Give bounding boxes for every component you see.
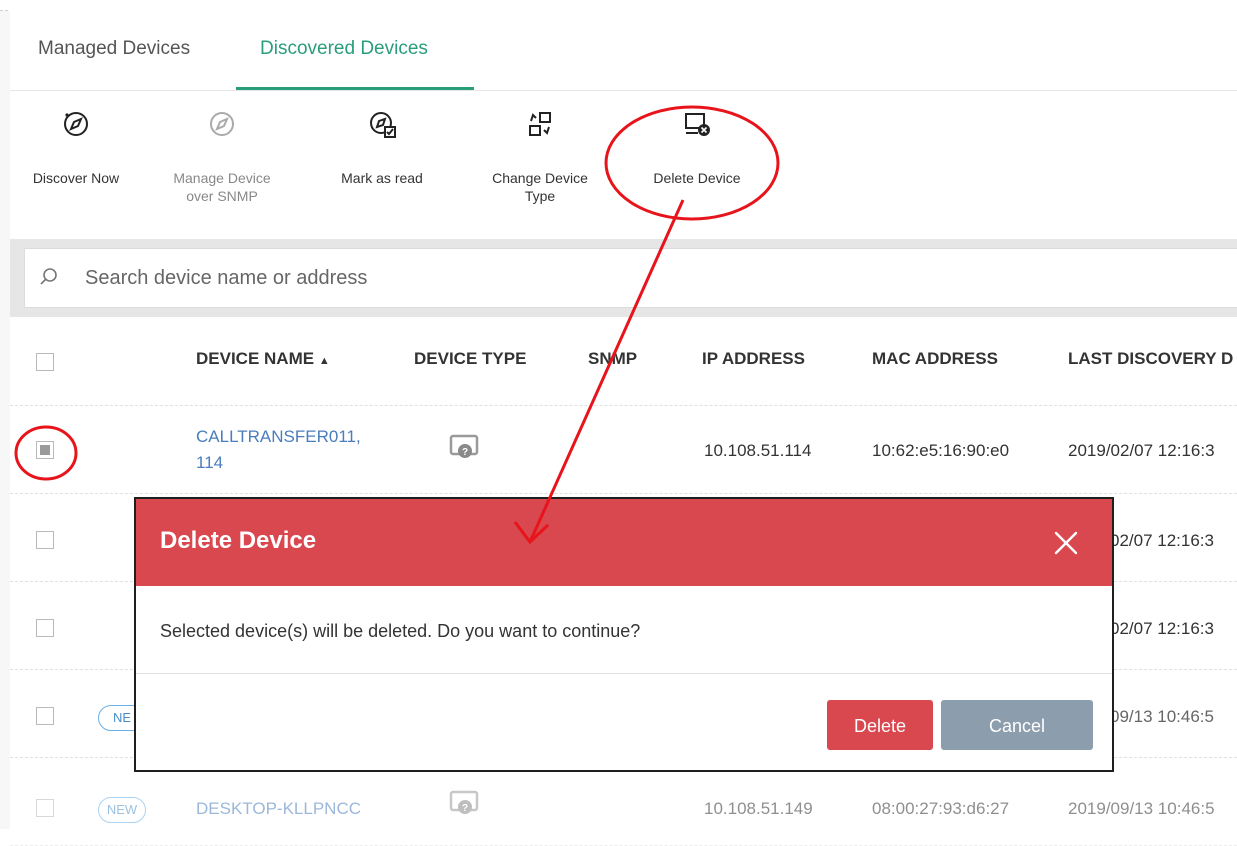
mark-as-read-button[interactable]: Mark as read [310,109,454,187]
svg-text:?: ? [462,803,468,814]
row-checkbox[interactable] [36,441,54,459]
col-last-discovery[interactable]: LAST DISCOVERY D [1068,349,1233,369]
last-discovery: 02/07 12:16:3 [1110,619,1214,638]
col-device-type[interactable]: DEVICE TYPE [414,349,526,369]
col-mac-address[interactable]: MAC ADDRESS [872,349,998,369]
device-name-link-cont[interactable]: 114 [196,453,223,473]
select-all-checkbox[interactable] [36,353,54,371]
manage-snmp-label-1: Manage Device [173,170,271,186]
swap-devices-icon [529,112,551,136]
change-device-type-label-1: Change Device [492,170,588,186]
discover-now-label: Discover Now [32,170,120,186]
svg-text:?: ? [462,447,468,458]
tab-discovered-devices[interactable]: Discovered Devices [236,10,474,90]
compass-refresh-icon [64,112,88,136]
tab-bar: Managed Devices Discovered Devices [10,10,1237,91]
manage-snmp-label-2: over SNMP [186,188,258,204]
ip-address: 10.108.51.149 [704,799,813,818]
col-device-name[interactable]: DEVICE NAME ▲ [196,349,330,369]
row-checkbox[interactable] [36,799,54,817]
row-checkbox[interactable] [36,531,54,549]
dialog-message: Selected device(s) will be deleted. Do y… [160,621,641,641]
unknown-device-icon: ? [449,434,479,458]
delete-device-dialog: Delete Device Selected device(s) will be… [134,497,1114,772]
mark-as-read-label: Mark as read [341,170,423,186]
compass-icon [210,112,234,136]
device-name-link[interactable]: DESKTOP-KLLPNCC [196,799,361,819]
last-discovery: 09/13 10:46:5 [1110,707,1214,726]
col-device-name-label: DEVICE NAME [196,349,315,368]
search-box [24,248,1237,308]
last-discovery: 2019/02/07 12:16:3 [1068,441,1215,460]
row-checkbox[interactable] [36,707,54,725]
row-checkbox[interactable] [36,619,54,637]
change-device-type-button[interactable]: Change Device Type [474,109,606,205]
manage-snmp-button[interactable]: Manage Device over SNMP [160,109,284,205]
sort-asc-icon: ▲ [318,355,330,367]
search-bar-container [10,239,1237,317]
last-discovery: 2019/09/13 10:46:5 [1068,799,1215,818]
table-row[interactable]: CALLTRANSFER011, 114 ? 10.108.51.114 10:… [10,405,1237,494]
unknown-device-icon: ? [449,790,479,814]
monitor-delete-icon [685,113,710,136]
col-snmp[interactable]: SNMP [588,349,637,369]
cancel-button[interactable]: Cancel [941,700,1093,750]
close-icon[interactable] [1052,529,1080,557]
delete-button[interactable]: Delete [827,700,933,750]
search-icon [40,268,57,285]
ip-address: 10.108.51.114 [704,441,812,460]
compass-check-icon [370,112,396,138]
dialog-divider [136,673,1112,674]
delete-device-button[interactable]: Delete Device [634,109,760,187]
dialog-header: Delete Device [136,499,1112,586]
dialog-title: Delete Device [160,527,317,554]
delete-device-label: Delete Device [653,170,741,186]
mac-address: 10:62:e5:16:90:e0 [872,441,1010,460]
search-input[interactable] [83,259,787,297]
device-name-link[interactable]: CALLTRANSFER011, [196,427,361,447]
discover-now-button[interactable]: Discover Now [16,109,136,187]
app-frame: Managed Devices Discovered Devices Disco… [0,0,1237,846]
table-header: DEVICE NAME ▲ DEVICE TYPE SNMP IP ADDRES… [10,317,1237,406]
tab-managed-devices[interactable]: Managed Devices [14,10,214,88]
mac-address: 08:00:27:93:d6:27 [872,799,1010,818]
col-ip-address[interactable]: IP ADDRESS [702,349,805,369]
change-device-type-label-2: Type [524,188,556,204]
toolbar: Discover Now Manage Device over SNMP Mar… [10,91,1237,239]
last-discovery: 02/07 12:16:3 [1110,531,1214,550]
new-badge: NEW [98,797,146,823]
